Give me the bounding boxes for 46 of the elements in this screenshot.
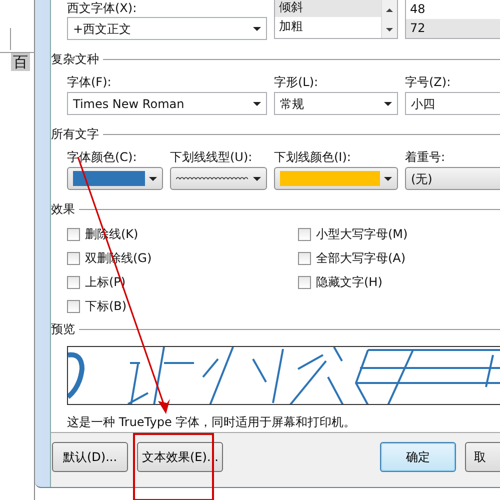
wavy-line-icon <box>176 174 249 182</box>
checkbox[interactable] <box>298 228 311 240</box>
checkbox[interactable] <box>298 252 311 264</box>
group-title: 预览 <box>51 321 75 338</box>
field-label: 下划线颜色(I): <box>274 149 352 166</box>
checkbox[interactable] <box>67 252 80 264</box>
dropdown-button[interactable] <box>67 167 163 190</box>
field-label: 着重号: <box>405 149 446 166</box>
field-label: 下划线线型(U): <box>170 149 254 166</box>
document-text: 百 <box>11 53 30 71</box>
dropdown-caret-icon <box>253 102 261 106</box>
list-item[interactable]: 加粗 <box>275 17 381 36</box>
checkbox[interactable] <box>67 276 80 288</box>
dropdown-caret-icon <box>253 26 261 30</box>
dropdown-button[interactable] <box>170 167 267 190</box>
dropdown-button[interactable]: (无) <box>405 167 500 190</box>
dropdown-caret-icon <box>384 176 392 180</box>
dropdown-caret-icon <box>253 176 261 180</box>
group-title: 所有文字 <box>51 126 99 143</box>
field-label: 字体(F): <box>67 74 112 91</box>
dialog-button[interactable]: 取 <box>465 442 500 472</box>
list-item[interactable]: 72 <box>406 19 500 38</box>
group-title: 复杂文种 <box>51 51 99 68</box>
dropdown-field[interactable]: 常规 <box>274 92 398 115</box>
dropdown-field[interactable]: 小四 <box>405 92 500 115</box>
font-dropdown[interactable]: +西文正文 <box>67 17 267 40</box>
list-item[interactable]: 48 <box>406 0 500 19</box>
dropdown-caret-icon <box>149 176 157 180</box>
checkbox-label: 隐藏文字(H) <box>316 274 382 291</box>
dialog-button[interactable]: 确定 <box>380 442 456 472</box>
field-label: 西文字体(X): <box>67 0 138 17</box>
checkbox-label: 全部大写字母(A) <box>316 250 406 267</box>
dialog-button[interactable]: 默认(D)... <box>52 442 128 472</box>
dropdown-caret-icon <box>384 102 392 106</box>
group-title: 效果 <box>51 201 75 218</box>
list-item[interactable]: 倾斜 <box>275 0 381 17</box>
checkbox[interactable] <box>67 228 80 240</box>
preview-note: 这是一种 TrueType 字体，同时适用于屏幕和打印机。 <box>67 414 357 431</box>
checkbox[interactable] <box>67 300 80 312</box>
checkbox-label: 下标(B) <box>85 298 127 315</box>
checkbox[interactable] <box>298 276 311 288</box>
field-label: 字形(L): <box>274 74 320 91</box>
dropdown-field[interactable]: Times New Roman <box>67 92 267 115</box>
field-label: 字号(Z): <box>405 74 452 91</box>
checkbox-label: 小型大写字母(M) <box>316 226 408 243</box>
field-label: 字体颜色(C): <box>67 149 138 166</box>
